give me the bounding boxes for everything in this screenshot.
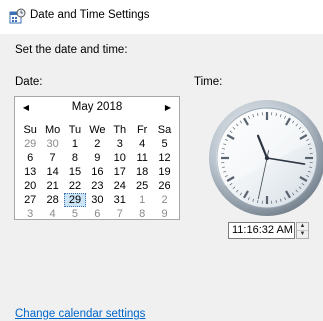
calendar-week-row: 13 14 15 16 17 18 19: [19, 165, 176, 179]
calendar-day[interactable]: 30: [86, 193, 108, 207]
window-title: Date and Time Settings: [30, 9, 150, 21]
set-date-time-heading: Set the date and time:: [15, 44, 128, 56]
calendar-day[interactable]: 13: [19, 165, 41, 179]
calendar-day[interactable]: 21: [41, 179, 63, 193]
calendar-day[interactable]: 1: [64, 137, 86, 151]
calendar-day[interactable]: 17: [109, 165, 131, 179]
calendar-day[interactable]: 9: [86, 151, 108, 165]
calendar: ◀ May 2018 ▶ Su Mo Tu We Th Fr Sa 29 30 1 2 3 4 5 6 7 8…: [14, 96, 180, 220]
calendar-day[interactable]: 5: [64, 207, 86, 221]
calendar-week-row: 29 30 1 2 3 4 5: [19, 137, 176, 151]
weekday-header: We: [89, 124, 106, 136]
calendar-day[interactable]: 30: [41, 137, 63, 151]
calendar-day[interactable]: 23: [86, 179, 108, 193]
calendar-day[interactable]: 11: [131, 151, 153, 165]
calendar-day[interactable]: 24: [109, 179, 131, 193]
calendar-week-row: 3456789: [19, 207, 176, 221]
calendar-day[interactable]: 19: [153, 165, 175, 179]
calendar-day[interactable]: 25: [131, 179, 153, 193]
weekday-header: Tu: [68, 124, 82, 136]
calendar-day[interactable]: 3: [19, 207, 41, 221]
calendar-day[interactable]: 31: [109, 193, 131, 207]
analog-clock: [209, 100, 323, 216]
calendar-day[interactable]: 2: [153, 193, 175, 207]
calendar-day[interactable]: 22: [64, 179, 86, 193]
title-bar: Date and Time Settings: [0, 0, 323, 34]
calendar-day[interactable]: 12: [153, 151, 175, 165]
calendar-day[interactable]: 4: [131, 137, 153, 151]
weekday-header-row: Su Mo Tu We Th Fr Sa: [19, 123, 176, 137]
calendar-day[interactable]: 20: [19, 179, 41, 193]
calendar-month-title[interactable]: May 2018: [45, 101, 149, 113]
time-input[interactable]: 11:16:32 AM: [228, 222, 295, 239]
calendar-day[interactable]: 16: [86, 165, 108, 179]
calendar-week-row: 27 28 29 30 31 1 2: [19, 193, 176, 207]
weekday-header: Fr: [136, 124, 148, 136]
calendar-day[interactable]: 1: [131, 193, 153, 207]
calendar-day[interactable]: 2: [86, 137, 108, 151]
calendar-day[interactable]: 27: [19, 193, 41, 207]
clock-center: [264, 155, 270, 161]
calendar-week-row: 6 7 8 9 10 11 12: [19, 151, 176, 165]
calendar-day[interactable]: 9: [153, 207, 175, 221]
calendar-day[interactable]: 3: [109, 137, 131, 151]
calendar-day[interactable]: 15: [64, 165, 86, 179]
weekday-header: Sa: [157, 124, 172, 136]
calendar-day[interactable]: 10: [109, 151, 131, 165]
weekday-header: Mo: [44, 124, 61, 136]
spin-up-icon[interactable]: ▲: [297, 223, 308, 231]
calendar-day[interactable]: 5: [153, 137, 175, 151]
calendar-day[interactable]: 8: [64, 151, 86, 165]
date-label: Date:: [15, 76, 43, 88]
time-spinner[interactable]: ▲ ▼: [296, 222, 309, 239]
date-time-settings-icon: [9, 8, 26, 24]
prev-month-icon[interactable]: ◀: [21, 103, 31, 113]
weekday-header: Th: [113, 124, 127, 136]
calendar-day[interactable]: 26: [153, 179, 175, 193]
calendar-day[interactable]: 6: [19, 151, 41, 165]
calendar-day[interactable]: 7: [41, 151, 63, 165]
weekday-header: Su: [23, 124, 37, 136]
calendar-day[interactable]: 18: [131, 165, 153, 179]
change-calendar-settings-link[interactable]: Change calendar settings: [15, 308, 145, 320]
calendar-day[interactable]: 6: [86, 207, 108, 221]
calendar-day[interactable]: 29: [19, 137, 41, 151]
time-label: Time:: [194, 76, 223, 88]
next-month-icon[interactable]: ▶: [163, 103, 173, 113]
spin-down-icon[interactable]: ▼: [297, 231, 308, 239]
calendar-day[interactable]: 28: [41, 193, 63, 207]
calendar-day[interactable]: 7: [109, 207, 131, 221]
calendar-day[interactable]: 14: [41, 165, 63, 179]
calendar-week-row: 20 21 22 23 24 25 26: [19, 179, 176, 193]
calendar-day-selected[interactable]: 29: [63, 193, 87, 207]
calendar-day[interactable]: 8: [131, 207, 153, 221]
calendar-day[interactable]: 4: [41, 207, 63, 221]
calendar-grid: Su Mo Tu We Th Fr Sa 29 30 1 2 3 4 5 6 7 8 9 10 11 12 13 14 15…: [19, 123, 176, 221]
